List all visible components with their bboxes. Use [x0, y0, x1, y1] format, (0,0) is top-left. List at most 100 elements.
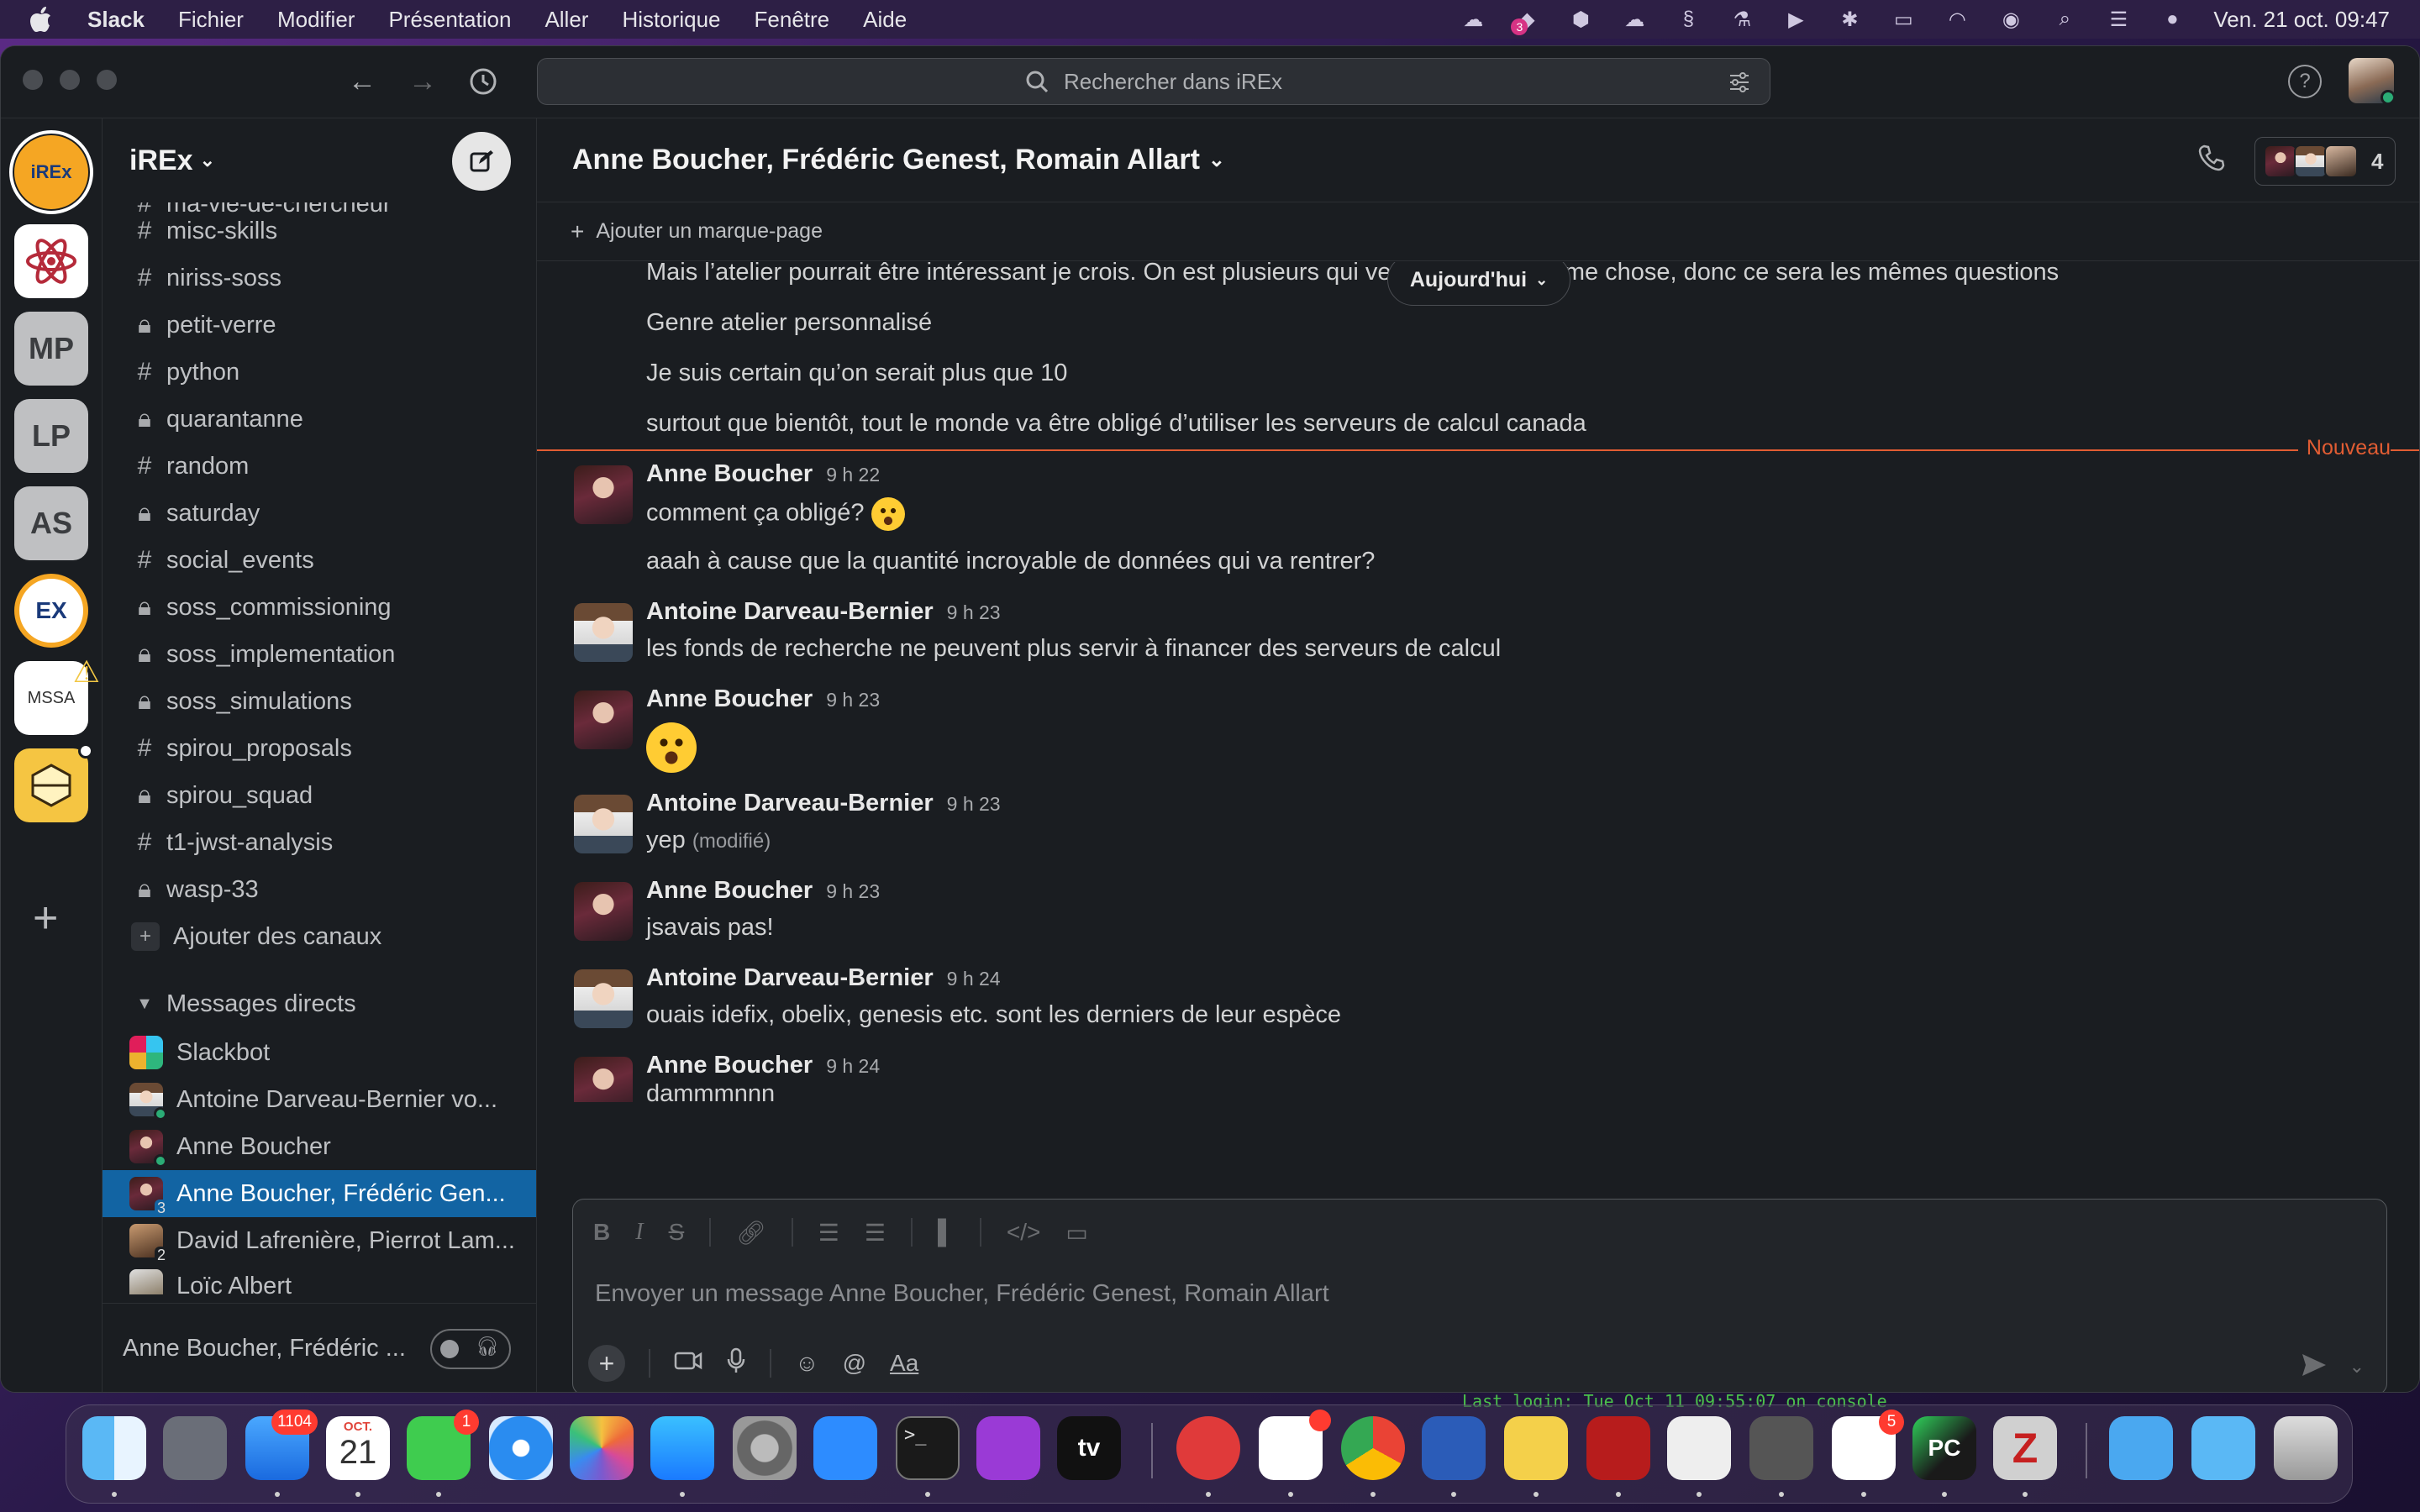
- sidebar-item-channel[interactable]: # t1-jwst-analysis: [123, 821, 518, 864]
- dm-section-header[interactable]: ▼ Messages directs: [123, 982, 518, 1026]
- message-timestamp[interactable]: 9 h 23: [947, 601, 1001, 623]
- message-composer[interactable]: B I S 🔗︎ ☰ ☰ ▌ </> ▭ Envoyer un message …: [572, 1199, 2387, 1392]
- reminders-icon[interactable]: 5: [1832, 1410, 1904, 1480]
- user-icon[interactable]: ◉: [1998, 8, 2023, 31]
- acrobat-icon[interactable]: [1586, 1416, 1650, 1480]
- members-button[interactable]: 4: [2254, 137, 2396, 186]
- sidebar-item-channel[interactable]: 🔒︎ soss_commissioning: [123, 585, 518, 629]
- pycharm-icon[interactable]: PC: [1912, 1416, 1976, 1480]
- message-timestamp[interactable]: 9 h 23: [826, 689, 880, 711]
- mention-icon[interactable]: @: [843, 1350, 866, 1377]
- sidebar-item-channel[interactable]: # random: [123, 444, 518, 488]
- ordered-list-icon[interactable]: ☰: [818, 1219, 839, 1247]
- message-author[interactable]: Anne Boucher: [646, 1052, 813, 1079]
- podcasts-icon[interactable]: [976, 1416, 1040, 1480]
- huddle-footer[interactable]: Anne Boucher, Frédéric ... 🎧︎: [103, 1303, 536, 1392]
- sidebar-item-channel[interactable]: # social_events: [123, 538, 518, 582]
- cloud-download-icon[interactable]: ☁: [1622, 8, 1647, 31]
- workspace-mssa[interactable]: MSSA ⚠: [14, 654, 100, 735]
- apple-tv-icon[interactable]: tv: [1057, 1416, 1121, 1480]
- history-icon[interactable]: [465, 63, 502, 100]
- add-bookmark-button[interactable]: + Ajouter un marque-page: [537, 202, 2419, 261]
- filezilla-icon[interactable]: Z: [1993, 1416, 2057, 1480]
- forward-arrow-icon[interactable]: →: [404, 63, 441, 100]
- message-timestamp[interactable]: 9 h 24: [947, 968, 1001, 990]
- dm-item-group-active[interactable]: 3 Anne Boucher, Frédéric Gen...: [103, 1170, 536, 1217]
- safari-icon[interactable]: [489, 1416, 553, 1480]
- avatar[interactable]: [574, 690, 633, 749]
- menu-datetime[interactable]: Ven. 21 oct. 09:47: [2213, 7, 2390, 33]
- microphone-icon[interactable]: [726, 1347, 746, 1380]
- message-timestamp[interactable]: 9 h 22: [826, 464, 880, 486]
- add-channels-button[interactable]: + Ajouter des canaux: [123, 915, 518, 958]
- chrome-icon[interactable]: [1341, 1416, 1405, 1480]
- message-author[interactable]: Anne Boucher: [646, 685, 813, 712]
- bluetooth-icon[interactable]: ✱: [1837, 8, 1862, 31]
- sidebar-item-channel[interactable]: 🔒︎ saturday: [123, 491, 518, 535]
- sidebar-item-channel[interactable]: 🔒︎ wasp-33: [123, 868, 518, 911]
- conversation-header[interactable]: Anne Boucher, Frédéric Genest, Romain Al…: [537, 118, 2419, 202]
- menu-slack[interactable]: Slack: [87, 7, 145, 33]
- messages-icon[interactable]: 1: [407, 1410, 479, 1480]
- menu-presentation[interactable]: Présentation: [388, 7, 511, 33]
- app-store-icon[interactable]: [650, 1416, 714, 1480]
- add-workspace-icon[interactable]: +: [33, 896, 58, 940]
- slack-icon[interactable]: [1259, 1410, 1331, 1480]
- folder-icon[interactable]: [2191, 1416, 2255, 1480]
- code-block-icon[interactable]: ▭: [1065, 1219, 1087, 1247]
- play-icon[interactable]: ▶: [1783, 8, 1808, 31]
- strikethrough-icon[interactable]: S: [669, 1219, 685, 1246]
- launchpad-icon[interactable]: [163, 1416, 227, 1480]
- sidebar-item-channel[interactable]: 🔒︎ soss_simulations: [123, 680, 518, 723]
- downloads-folder-icon[interactable]: [2109, 1416, 2173, 1480]
- compose-icon[interactable]: [452, 132, 511, 191]
- emoji-icon[interactable]: ☺: [795, 1350, 819, 1377]
- code-icon[interactable]: </>: [1007, 1219, 1040, 1246]
- dm-item-antoine[interactable]: Antoine Darveau-Bernier vo...: [123, 1076, 518, 1123]
- wifi-icon[interactable]: ◠: [1944, 8, 1970, 31]
- cube-icon[interactable]: ⬢: [1568, 8, 1593, 31]
- zoom-icon[interactable]: [813, 1416, 877, 1480]
- send-options-chevron-icon[interactable]: ⌄: [2349, 1356, 2365, 1378]
- avatar[interactable]: [574, 1057, 633, 1102]
- minimize-window-button[interactable]: [60, 70, 80, 90]
- apple-icon[interactable]: [30, 7, 54, 32]
- trash-icon[interactable]: [2274, 1416, 2338, 1480]
- message-author[interactable]: Antoine Darveau-Bernier: [646, 790, 934, 816]
- message-input[interactable]: Envoyer un message Anne Boucher, Frédéri…: [595, 1280, 1329, 1308]
- menu-aide[interactable]: Aide: [863, 7, 907, 33]
- sidebar-item-channel[interactable]: # spirou_proposals: [123, 727, 518, 770]
- workspace-lp[interactable]: LP: [14, 399, 88, 473]
- user-avatar[interactable]: [2349, 58, 2394, 103]
- bulleted-list-icon[interactable]: ☰: [865, 1219, 886, 1247]
- dropbox-icon[interactable]: ◆ 3: [1511, 8, 1539, 35]
- text-format-icon[interactable]: Aa: [890, 1350, 918, 1377]
- finder-icon[interactable]: [82, 1416, 146, 1480]
- italic-icon[interactable]: I: [635, 1219, 643, 1246]
- sidebar-item-channel[interactable]: 🔒︎ spirou_squad: [123, 774, 518, 817]
- photos-icon[interactable]: [570, 1416, 634, 1480]
- menu-fichier[interactable]: Fichier: [178, 7, 244, 33]
- word-icon[interactable]: [1422, 1416, 1486, 1480]
- siri-icon[interactable]: ●: [2160, 8, 2185, 30]
- filter-icon[interactable]: [1728, 71, 1751, 100]
- workspace-atom[interactable]: [14, 224, 88, 298]
- message-author[interactable]: Anne Boucher: [646, 877, 813, 904]
- control-center-icon[interactable]: ☰: [2106, 8, 2131, 31]
- workspace-irex[interactable]: iREx: [9, 130, 93, 214]
- avatar[interactable]: [574, 795, 633, 853]
- flask-icon[interactable]: ⚗: [1729, 8, 1754, 31]
- phone-icon[interactable]: [2197, 144, 2226, 180]
- sidebar-item-channel[interactable]: # misc-skills: [123, 209, 518, 253]
- menu-aller[interactable]: Aller: [544, 7, 588, 33]
- message-timestamp[interactable]: 9 h 23: [947, 793, 1001, 815]
- avatar[interactable]: [574, 603, 633, 662]
- message-timestamp[interactable]: 9 h 24: [826, 1055, 880, 1077]
- avatar[interactable]: [574, 465, 633, 524]
- sidebar-item-channel[interactable]: # python: [123, 350, 518, 394]
- workspace-header[interactable]: iREx ⌄: [103, 118, 536, 202]
- sidebar-item-channel[interactable]: 🔒︎ quarantanne: [123, 397, 518, 441]
- send-icon[interactable]: [2301, 1352, 2328, 1382]
- message-author[interactable]: Anne Boucher: [646, 460, 813, 487]
- airmail-icon[interactable]: [1176, 1416, 1240, 1480]
